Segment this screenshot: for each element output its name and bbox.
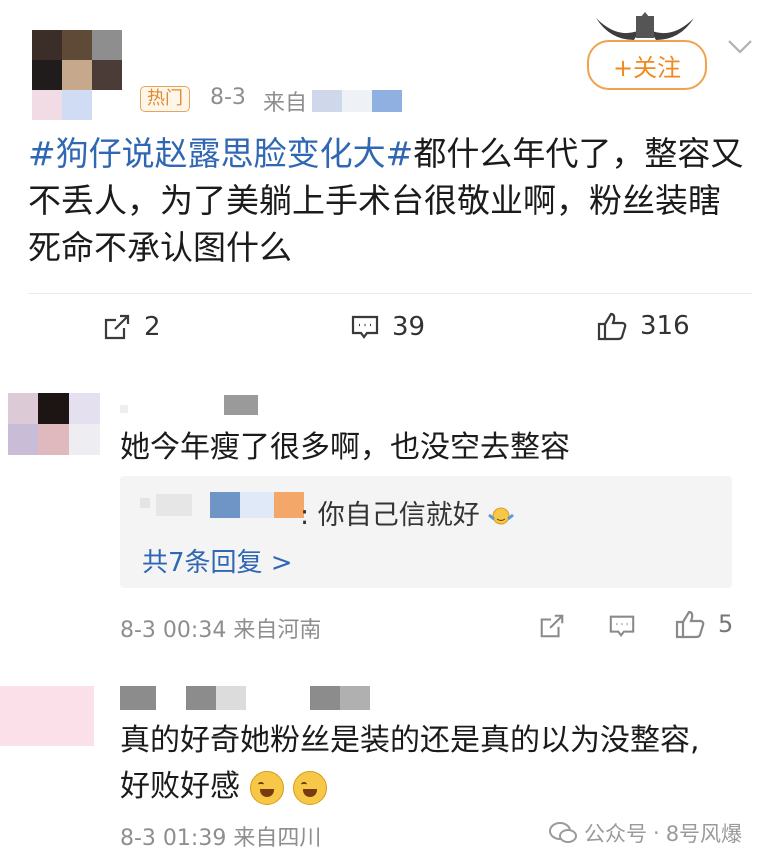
- comment-timestamp: 8-3 00:34 来自河南: [120, 618, 322, 643]
- comment-button[interactable]: 39: [350, 312, 425, 342]
- watermark: 公众号 · 8号风爆: [548, 818, 742, 848]
- like-button[interactable]: 316: [596, 310, 690, 342]
- hot-badge: 热门: [140, 86, 190, 112]
- post-text: #狗仔说赵露思脸变化大#都什么年代了，整容又不丢人，为了美躺上手术台很敬业啊，粉…: [28, 130, 748, 271]
- comment-text: 她今年瘦了很多啊，也没空去整容: [120, 430, 570, 465]
- repost-icon: [104, 314, 130, 340]
- comment-icon: [609, 615, 635, 638]
- comment-username-redacted[interactable]: [120, 686, 380, 710]
- wing-badge-icon: [590, 10, 700, 44]
- comment-icon: [351, 315, 379, 339]
- follow-label: +关注: [612, 53, 682, 82]
- post-hashtag-link[interactable]: #狗仔说赵露思脸变化大#: [28, 134, 413, 173]
- post-avatar[interactable]: [30, 28, 124, 122]
- reply-preview-box[interactable]: : 你自己信就好 共7条回复 >: [120, 476, 732, 588]
- chevron-down-icon[interactable]: [727, 38, 753, 60]
- post-source: 来自: [263, 91, 308, 116]
- repost-count: 2: [144, 312, 161, 342]
- like-count: 316: [640, 311, 690, 341]
- post-date: 8-3: [210, 85, 246, 110]
- like-icon: [597, 312, 627, 341]
- comment-reply-button[interactable]: [608, 612, 636, 644]
- comment-like-button[interactable]: 5: [674, 608, 733, 640]
- reply-username-redacted[interactable]: [140, 492, 304, 518]
- comment-count: 39: [392, 312, 426, 342]
- comment-text: 真的好奇她粉丝是装的还是真的以为没整容, 好败好感: [120, 723, 700, 805]
- comment-username-redacted[interactable]: [120, 395, 260, 415]
- comment-avatar[interactable]: [0, 686, 94, 746]
- emoji-laugh-cry-icon: [249, 770, 284, 805]
- view-replies-link[interactable]: 共7条回复 >: [142, 542, 293, 579]
- comment-timestamp: 8-3 01:39 来自四川: [120, 826, 322, 851]
- comment-avatar[interactable]: [8, 393, 100, 455]
- post-divider: [28, 293, 752, 294]
- like-icon: [675, 610, 705, 639]
- comment-like-count: 5: [718, 610, 734, 638]
- reply-preview-text: : 你自己信就好: [300, 493, 515, 532]
- emoji-laugh-cry-icon: [293, 770, 328, 805]
- wechat-icon: [549, 822, 577, 843]
- emoji-shrug-icon: [488, 505, 515, 529]
- repost-button[interactable]: 2: [102, 312, 161, 342]
- post-source-redacted: [312, 90, 402, 112]
- repost-icon: [540, 614, 564, 638]
- comment-repost-button[interactable]: [538, 612, 566, 644]
- follow-button[interactable]: +关注: [587, 40, 707, 90]
- section-separator: [0, 350, 780, 368]
